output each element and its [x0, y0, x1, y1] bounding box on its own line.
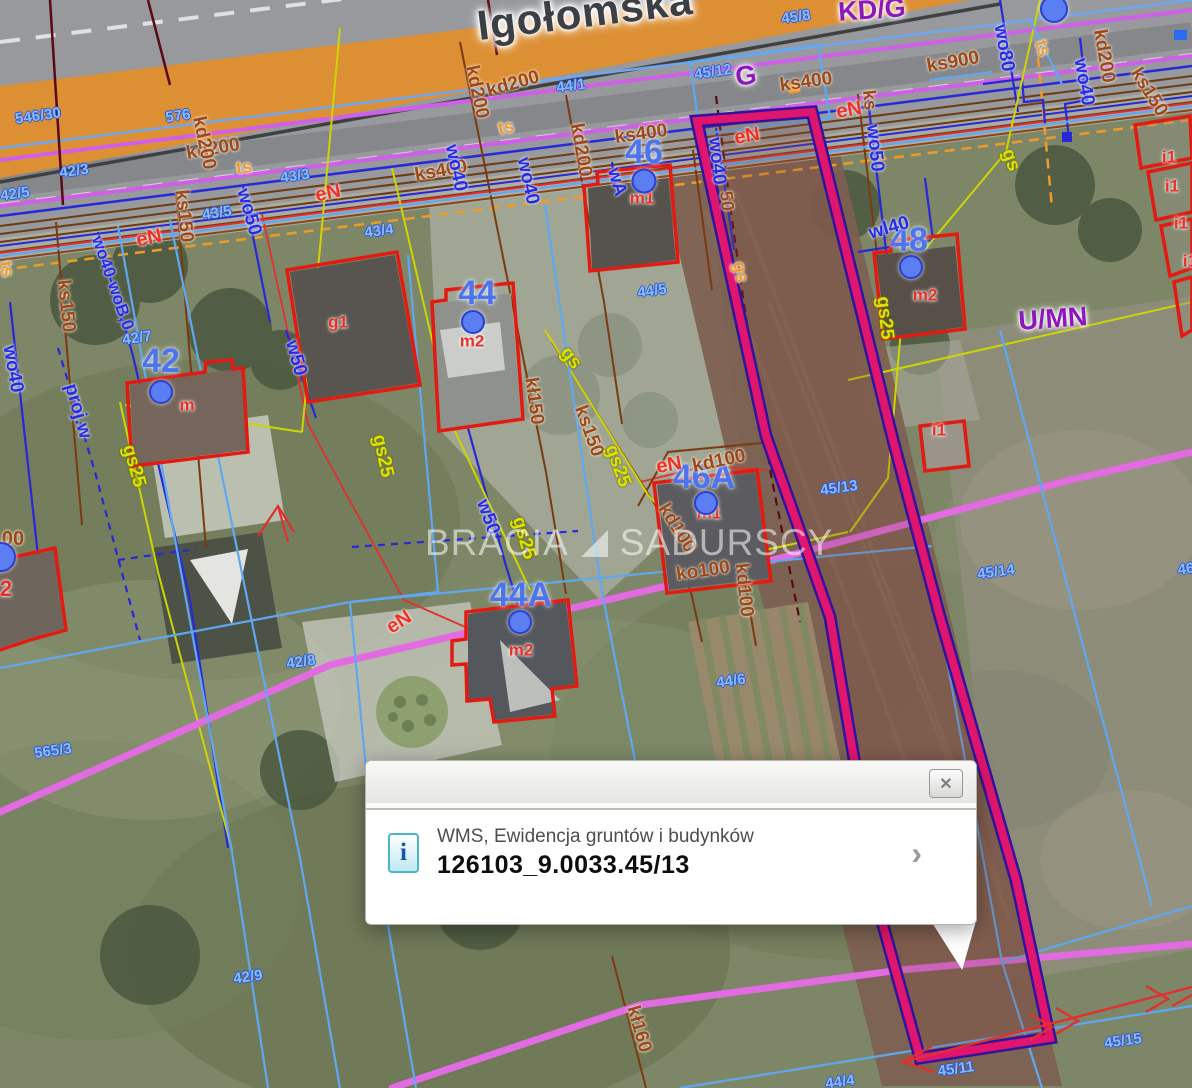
address-point-dot: [632, 169, 657, 194]
address-point-dot: [461, 310, 485, 334]
popup-text: WMS, Ewidencja gruntów i budynków 126103…: [437, 826, 754, 880]
address-point-dot: [694, 491, 718, 515]
popup-feature-id: 126103_9.0033.45/13: [437, 851, 754, 880]
map-viewport[interactable]: IgołomskaKD/GGU/MN546/3057642/342/543/34…: [0, 0, 1192, 1088]
popup-header: ✕: [366, 761, 976, 810]
close-button[interactable]: ✕: [929, 769, 963, 798]
close-icon: ✕: [939, 774, 952, 794]
feature-info-popup: ✕ i WMS, Ewidencja gruntów i budynków 12…: [365, 760, 977, 925]
address-point-dot: [149, 380, 173, 404]
address-point-dot: [508, 610, 532, 634]
expand-chevron-icon[interactable]: ›: [911, 835, 922, 872]
address-point-dot: [899, 255, 923, 279]
info-icon: i: [388, 833, 419, 873]
popup-layer-name: WMS, Ewidencja gruntów i budynków: [437, 826, 754, 848]
popup-body: i WMS, Ewidencja gruntów i budynków 1261…: [366, 810, 976, 880]
